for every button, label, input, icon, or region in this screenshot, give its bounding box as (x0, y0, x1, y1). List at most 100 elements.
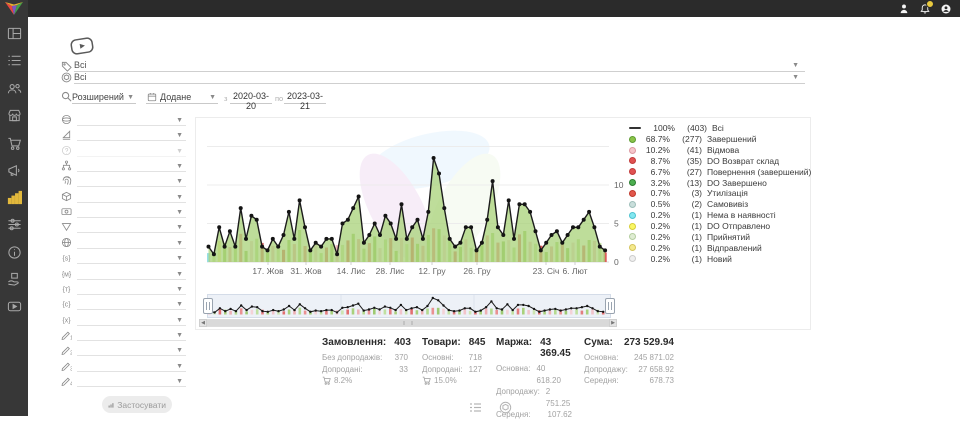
legend-count: (1) (674, 210, 702, 220)
svg-text:2: 2 (70, 351, 72, 355)
stat-value: 403 (394, 337, 411, 348)
date-to-input[interactable]: 2023-03-21 (284, 91, 326, 104)
filter-input-line (77, 156, 186, 157)
sidebar-item-dashboard[interactable] (7, 26, 22, 41)
help-filter-field: ▼ (60, 145, 186, 158)
legend-dot-swatch (629, 201, 636, 208)
stat-column: Сума:273 529.94Основна:245 871.02Допрода… (584, 337, 674, 387)
var-s-filter-field[interactable]: {s}▼ (60, 252, 186, 265)
hierarchy-filter-field[interactable]: ▼ (60, 160, 186, 173)
legend-item[interactable]: 0.2%(1)Новий (629, 253, 807, 264)
package-filter-field[interactable]: ▼ (60, 191, 186, 204)
legend-item[interactable]: 0.2%(1)Відправлений (629, 242, 807, 253)
svg-text:4: 4 (70, 381, 72, 385)
status-filter-field[interactable]: Всі ▼ (74, 60, 805, 72)
legend-count: (277) (674, 134, 702, 144)
legend-item[interactable]: 0.2%(1)Прийнятий (629, 231, 807, 242)
search-mode-select[interactable]: Розширений ▼ (72, 91, 136, 104)
chevron-down-icon: ▼ (127, 94, 134, 101)
funnel-filter-field[interactable]: ▼ (60, 221, 186, 234)
filter-input-line (77, 202, 186, 203)
product-filter-field[interactable]: Всі ▼ (74, 72, 805, 84)
upsell-cart-icon (322, 376, 331, 385)
globe-filter-field[interactable]: ▼ (60, 237, 186, 250)
account-avatar-icon[interactable] (940, 3, 952, 15)
product-view-icon[interactable] (499, 401, 512, 414)
stat-value: 43 369.45 (540, 337, 572, 359)
product-filter-icon (61, 72, 72, 83)
legend-count: (403) (679, 123, 707, 133)
stat-column: Товари:845Основні:718Допродані:12715.0% (422, 337, 482, 387)
money-icon (61, 206, 72, 217)
custom-field-2-icon: 2 (61, 344, 72, 355)
navigator-left-handle[interactable] (203, 298, 213, 314)
legend-item[interactable]: 0.5%(2)Самовивіз (629, 199, 807, 210)
sidebar-item-store[interactable] (7, 108, 22, 123)
sphere-filter-field[interactable]: ▼ (60, 114, 186, 127)
apply-button[interactable]: Застосувати (102, 396, 172, 413)
legend-item[interactable]: 0.2%(1)Нема в наявності (629, 210, 807, 221)
legend-label: Відправлений (707, 243, 762, 253)
chart-navigator[interactable] (207, 294, 611, 318)
custom-field-1-filter-field[interactable]: 1▼ (60, 329, 186, 342)
x-axis-label: 17. Жов (252, 266, 283, 276)
var-s-icon: {s} (61, 252, 72, 263)
search-icon (61, 91, 72, 102)
video-tutorial-icon[interactable] (69, 35, 96, 57)
var-m-icon: {м} (61, 268, 72, 279)
chevron-down-icon: ▼ (176, 240, 183, 247)
chart-scrollbar[interactable]: ◀ ▶ (199, 319, 617, 327)
legend-item[interactable]: 10.2%(41)Відмова (629, 145, 807, 156)
legend-item[interactable]: 8.7%(35)DO Возврат склад (629, 156, 807, 167)
custom-field-3-filter-field[interactable]: 3▼ (60, 360, 186, 373)
fingerprint-filter-field[interactable]: ▼ (60, 175, 186, 188)
sidebar-item-video[interactable] (7, 299, 22, 314)
user-icon[interactable] (898, 3, 910, 15)
sidebar-item-orders[interactable] (7, 53, 22, 68)
stat-sub-label: Допродані: (322, 364, 363, 376)
sidebar-item-statistics[interactable] (7, 190, 22, 205)
date-type-select[interactable]: Додане ▼ (146, 91, 218, 104)
sidebar-item-marketing[interactable] (7, 163, 22, 178)
var-t-filter-field[interactable]: {т}▼ (60, 283, 186, 296)
money-filter-field[interactable]: ▼ (60, 206, 186, 219)
legend-item[interactable]: 6.7%(27)Повернення (завершений) (629, 166, 807, 177)
custom-field-2-filter-field[interactable]: 2▼ (60, 344, 186, 357)
category-icon (61, 61, 72, 72)
setsquare-filter-field[interactable]: ▼ (60, 129, 186, 142)
var-x-filter-field[interactable]: {х}▼ (60, 314, 186, 327)
scrollbar-track[interactable] (207, 319, 609, 327)
legend-percent: 10.2% (640, 145, 670, 155)
scrollbar-thumb[interactable] (207, 320, 609, 326)
help-icon (61, 145, 72, 156)
chevron-down-icon: ▼ (176, 209, 183, 216)
sidebar-item-cart[interactable] (7, 136, 22, 151)
var-m-filter-field[interactable]: {м}▼ (60, 268, 186, 281)
sidebar-item-settings[interactable] (7, 217, 22, 232)
custom-field-4-filter-field[interactable]: 4▼ (60, 375, 186, 388)
date-to-value: 2023-03-21 (287, 91, 323, 111)
topbar (0, 0, 960, 17)
stat-sub-label: Основна: (496, 363, 530, 386)
sidebar-item-clients[interactable] (7, 81, 22, 96)
legend-item[interactable]: 3.2%(13)DO Завершено (629, 177, 807, 188)
list-view-icon[interactable] (469, 401, 482, 414)
legend-item[interactable]: 68.7%(277)Завершений (629, 134, 807, 145)
navigator-right-handle[interactable] (605, 298, 615, 314)
legend-percent: 8.7% (640, 156, 670, 166)
legend-item[interactable]: 0.7%(3)Утилізація (629, 188, 807, 199)
sidebar-item-products[interactable] (7, 272, 22, 287)
legend-item[interactable]: 100%(403)Всі (629, 123, 807, 134)
var-c-filter-field[interactable]: {с}▼ (60, 298, 186, 311)
scroll-right-arrow[interactable]: ▶ (609, 319, 617, 327)
legend-item[interactable]: 0.2%(1)DO Отправлено (629, 221, 807, 232)
scroll-left-arrow[interactable]: ◀ (199, 319, 207, 327)
date-from-input[interactable]: 2020-03-20 (230, 91, 272, 104)
app-logo[interactable] (4, 1, 24, 16)
search-mode-value: Розширений (72, 92, 124, 102)
chevron-down-icon: ▼ (176, 117, 183, 124)
notifications-bell-icon[interactable] (919, 3, 931, 15)
sidebar-item-info[interactable] (7, 245, 22, 260)
svg-text:0: 0 (614, 257, 619, 267)
legend-percent: 0.5% (640, 199, 670, 209)
